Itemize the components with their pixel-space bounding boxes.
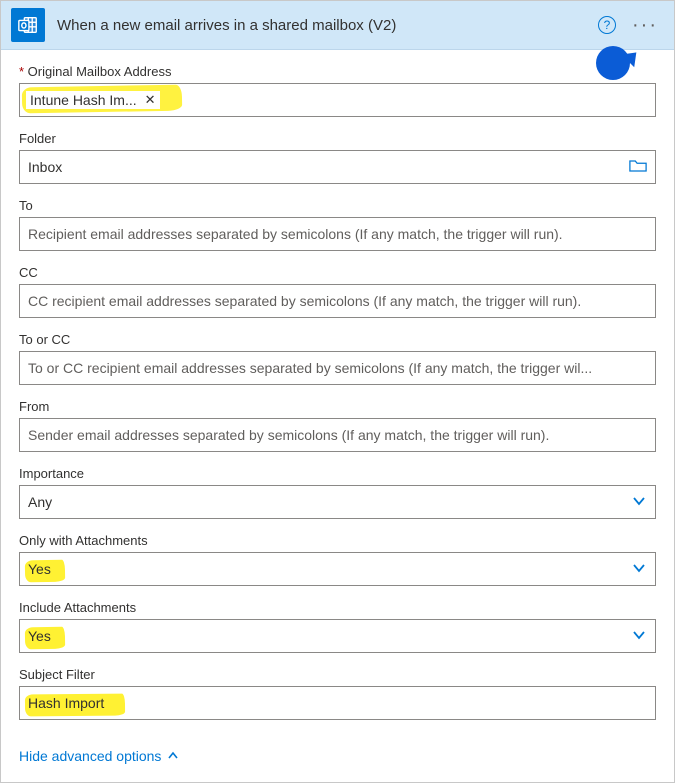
field-folder: Folder Inbox: [19, 131, 656, 184]
value-only-attachments: Yes: [28, 561, 51, 577]
label-cc: CC: [19, 265, 656, 280]
field-subject-filter: Subject Filter Hash Import: [19, 667, 656, 720]
more-menu-icon[interactable]: ···: [632, 20, 658, 30]
chevron-up-icon: [167, 750, 179, 762]
select-only-attachments[interactable]: Yes: [19, 552, 656, 586]
folder-picker-icon[interactable]: [629, 158, 647, 177]
label-from: From: [19, 399, 656, 414]
card-title: When a new email arrives in a shared mai…: [57, 17, 598, 34]
input-folder[interactable]: Inbox: [19, 150, 656, 184]
input-subject-filter[interactable]: Hash Import: [19, 686, 656, 720]
value-subject-filter: Hash Import: [28, 695, 104, 711]
input-to[interactable]: Recipient email addresses separated by s…: [19, 217, 656, 251]
field-cc: CC CC recipient email addresses separate…: [19, 265, 656, 318]
input-from[interactable]: Sender email addresses separated by semi…: [19, 418, 656, 452]
label-mailbox: Original Mailbox Address: [19, 64, 656, 79]
label-importance: Importance: [19, 466, 656, 481]
hide-advanced-options[interactable]: Hide advanced options: [19, 748, 179, 764]
card-body: Original Mailbox Address Intune Hash Im.…: [1, 50, 674, 782]
hide-advanced-label: Hide advanced options: [19, 748, 161, 764]
select-include-attachments[interactable]: Yes: [19, 619, 656, 653]
card-header[interactable]: When a new email arrives in a shared mai…: [1, 1, 674, 50]
outlook-icon: [11, 8, 45, 42]
field-mailbox: Original Mailbox Address Intune Hash Im.…: [19, 64, 656, 117]
value-folder: Inbox: [28, 159, 62, 175]
input-mailbox[interactable]: Intune Hash Im... ✕: [19, 83, 656, 117]
label-include-attachments: Include Attachments: [19, 600, 656, 615]
field-only-attachments: Only with Attachments Yes: [19, 533, 656, 586]
field-tocc: To or CC To or CC recipient email addres…: [19, 332, 656, 385]
input-cc[interactable]: CC recipient email addresses separated b…: [19, 284, 656, 318]
value-importance: Any: [28, 494, 52, 510]
mailbox-tag[interactable]: Intune Hash Im... ✕: [26, 91, 160, 109]
field-to: To Recipient email addresses separated b…: [19, 198, 656, 251]
help-icon[interactable]: ?: [598, 16, 616, 34]
label-subject-filter: Subject Filter: [19, 667, 656, 682]
field-include-attachments: Include Attachments Yes: [19, 600, 656, 653]
value-include-attachments: Yes: [28, 628, 51, 644]
chevron-down-icon: [631, 493, 647, 512]
chevron-down-icon: [631, 560, 647, 579]
label-folder: Folder: [19, 131, 656, 146]
field-from: From Sender email addresses separated by…: [19, 399, 656, 452]
select-importance[interactable]: Any: [19, 485, 656, 519]
label-to: To: [19, 198, 656, 213]
label-only-attachments: Only with Attachments: [19, 533, 656, 548]
close-icon[interactable]: ✕: [145, 92, 156, 108]
input-tocc[interactable]: To or CC recipient email addresses separ…: [19, 351, 656, 385]
mailbox-tag-label: Intune Hash Im...: [30, 92, 137, 108]
label-tocc: To or CC: [19, 332, 656, 347]
trigger-card: When a new email arrives in a shared mai…: [0, 0, 675, 783]
chevron-down-icon: [631, 627, 647, 646]
field-importance: Importance Any: [19, 466, 656, 519]
